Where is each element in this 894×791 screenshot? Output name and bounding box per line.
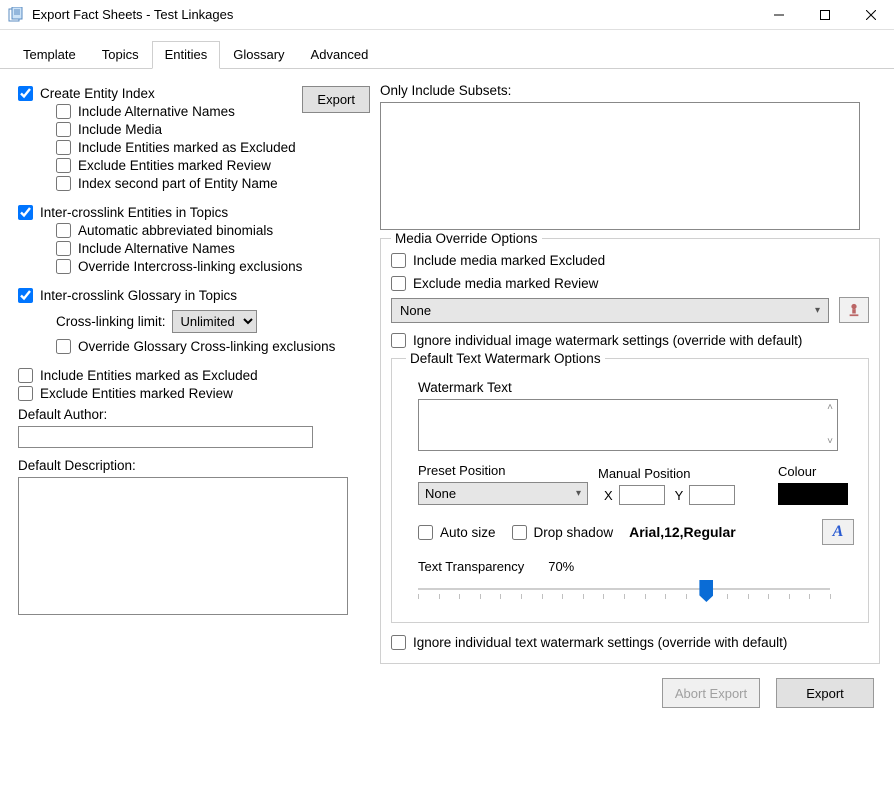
transparency-slider[interactable] [418,580,830,608]
default-author-label: Default Author: [18,407,376,422]
default-desc-textarea[interactable] [18,477,348,615]
include-media-label: Include Media [78,122,162,137]
include-alt-names-checkbox[interactable] [56,104,71,119]
x-input[interactable] [619,485,665,505]
auto-abbrev-binomials-checkbox[interactable] [56,223,71,238]
font-picker-button[interactable]: A [822,519,854,545]
text-watermark-group: Default Text Watermark Options Watermark… [391,358,869,623]
transparency-label: Text Transparency [418,559,524,574]
default-desc-label: Default Description: [18,458,376,473]
include-alt-names-2-checkbox[interactable] [56,241,71,256]
abort-export-button: Abort Export [662,678,760,708]
index-second-part-label: Index second part of Entity Name [78,176,278,191]
media-override-group: Media Override Options Include media mar… [380,238,880,664]
include-excluded-entities-label: Include Entities marked as Excluded [78,140,296,155]
preset-position-label: Preset Position [418,463,588,478]
exclude-media-review-label: Exclude media marked Review [413,276,598,291]
include-excluded-entities-checkbox[interactable] [56,140,71,155]
auto-abbrev-binomials-label: Automatic abbreviated binomials [78,223,273,238]
ignore-image-watermark-checkbox[interactable] [391,333,406,348]
colour-label: Colour [778,464,848,479]
drop-shadow-checkbox[interactable] [512,525,527,540]
watermark-stamp-button[interactable] [839,297,869,323]
y-input[interactable] [689,485,735,505]
cross-link-limit-select[interactable]: Unlimited [172,310,257,333]
chevron-down-icon: ▾ [576,488,581,499]
include-media-excluded-label: Include media marked Excluded [413,253,605,268]
chevron-down-icon: ▾ [815,305,820,316]
manual-position-label: Manual Position [598,466,735,481]
include-excluded-entities-2-label: Include Entities marked as Excluded [40,368,258,383]
ignore-image-watermark-label: Ignore individual image watermark settin… [413,333,802,348]
media-watermark-select-value: None [400,303,431,318]
only-subsets-label: Only Include Subsets: [380,83,880,98]
override-intercross-excl-label: Override Intercross-linking exclusions [78,259,302,274]
tab-entities[interactable]: Entities [152,41,221,69]
title-bar: Export Fact Sheets - Test Linkages [0,0,894,30]
media-watermark-select[interactable]: None ▾ [391,298,829,323]
tab-glossary[interactable]: Glossary [220,41,297,69]
cross-link-limit-label: Cross-linking limit: [56,314,166,329]
auto-size-label: Auto size [440,525,496,540]
exclude-review-entities-checkbox[interactable] [56,158,71,173]
scroll-down-icon[interactable]: ˅ [419,434,837,450]
tab-template[interactable]: Template [10,41,89,69]
exclude-review-entities-label: Exclude Entities marked Review [78,158,271,173]
tab-topics[interactable]: Topics [89,41,152,69]
export-index-button[interactable]: Export [302,86,370,113]
x-label: X [604,488,613,503]
transparency-value: 70% [548,559,574,574]
intercross-entities-checkbox[interactable] [18,205,33,220]
app-icon [8,7,24,23]
create-entity-index-checkbox[interactable] [18,86,33,101]
media-override-legend: Media Override Options [391,231,542,246]
default-author-input[interactable] [18,426,313,448]
maximize-button[interactable] [802,0,848,29]
exclude-media-review-checkbox[interactable] [391,276,406,291]
minimize-button[interactable] [756,0,802,29]
override-glossary-excl-checkbox[interactable] [56,339,71,354]
include-excluded-entities-2-checkbox[interactable] [18,368,33,383]
intercross-glossary-label: Inter-crosslink Glossary in Topics [40,288,237,303]
scroll-up-icon[interactable]: ˄ [419,400,837,416]
only-subsets-listbox[interactable] [380,102,860,230]
y-label: Y [675,488,684,503]
override-intercross-excl-checkbox[interactable] [56,259,71,274]
ignore-text-watermark-label: Ignore individual text watermark setting… [413,635,787,650]
auto-size-checkbox[interactable] [418,525,433,540]
intercross-entities-label: Inter-crosslink Entities in Topics [40,205,228,220]
watermark-text-input[interactable]: ˄ ˅ [418,399,838,451]
watermark-text-label: Watermark Text [418,380,854,395]
override-glossary-excl-label: Override Glossary Cross-linking exclusio… [78,339,335,354]
include-alt-names-label: Include Alternative Names [78,104,235,119]
include-alt-names-2-label: Include Alternative Names [78,241,235,256]
intercross-glossary-checkbox[interactable] [18,288,33,303]
tab-strip: Template Topics Entities Glossary Advanc… [0,30,894,69]
export-button[interactable]: Export [776,678,874,708]
font-spec-label: Arial,12,Regular [629,524,736,540]
close-button[interactable] [848,0,894,29]
index-second-part-checkbox[interactable] [56,176,71,191]
tab-advanced[interactable]: Advanced [298,41,382,69]
create-entity-index-label: Create Entity Index [40,86,155,101]
include-media-checkbox[interactable] [56,122,71,137]
exclude-review-entities-2-checkbox[interactable] [18,386,33,401]
ignore-text-watermark-checkbox[interactable] [391,635,406,650]
text-watermark-legend: Default Text Watermark Options [406,351,605,366]
drop-shadow-label: Drop shadow [534,525,614,540]
preset-position-value: None [425,486,456,501]
exclude-review-entities-2-label: Exclude Entities marked Review [40,386,233,401]
window-title: Export Fact Sheets - Test Linkages [32,7,756,22]
preset-position-select[interactable]: None ▾ [418,482,588,505]
colour-swatch[interactable] [778,483,848,505]
include-media-excluded-checkbox[interactable] [391,253,406,268]
